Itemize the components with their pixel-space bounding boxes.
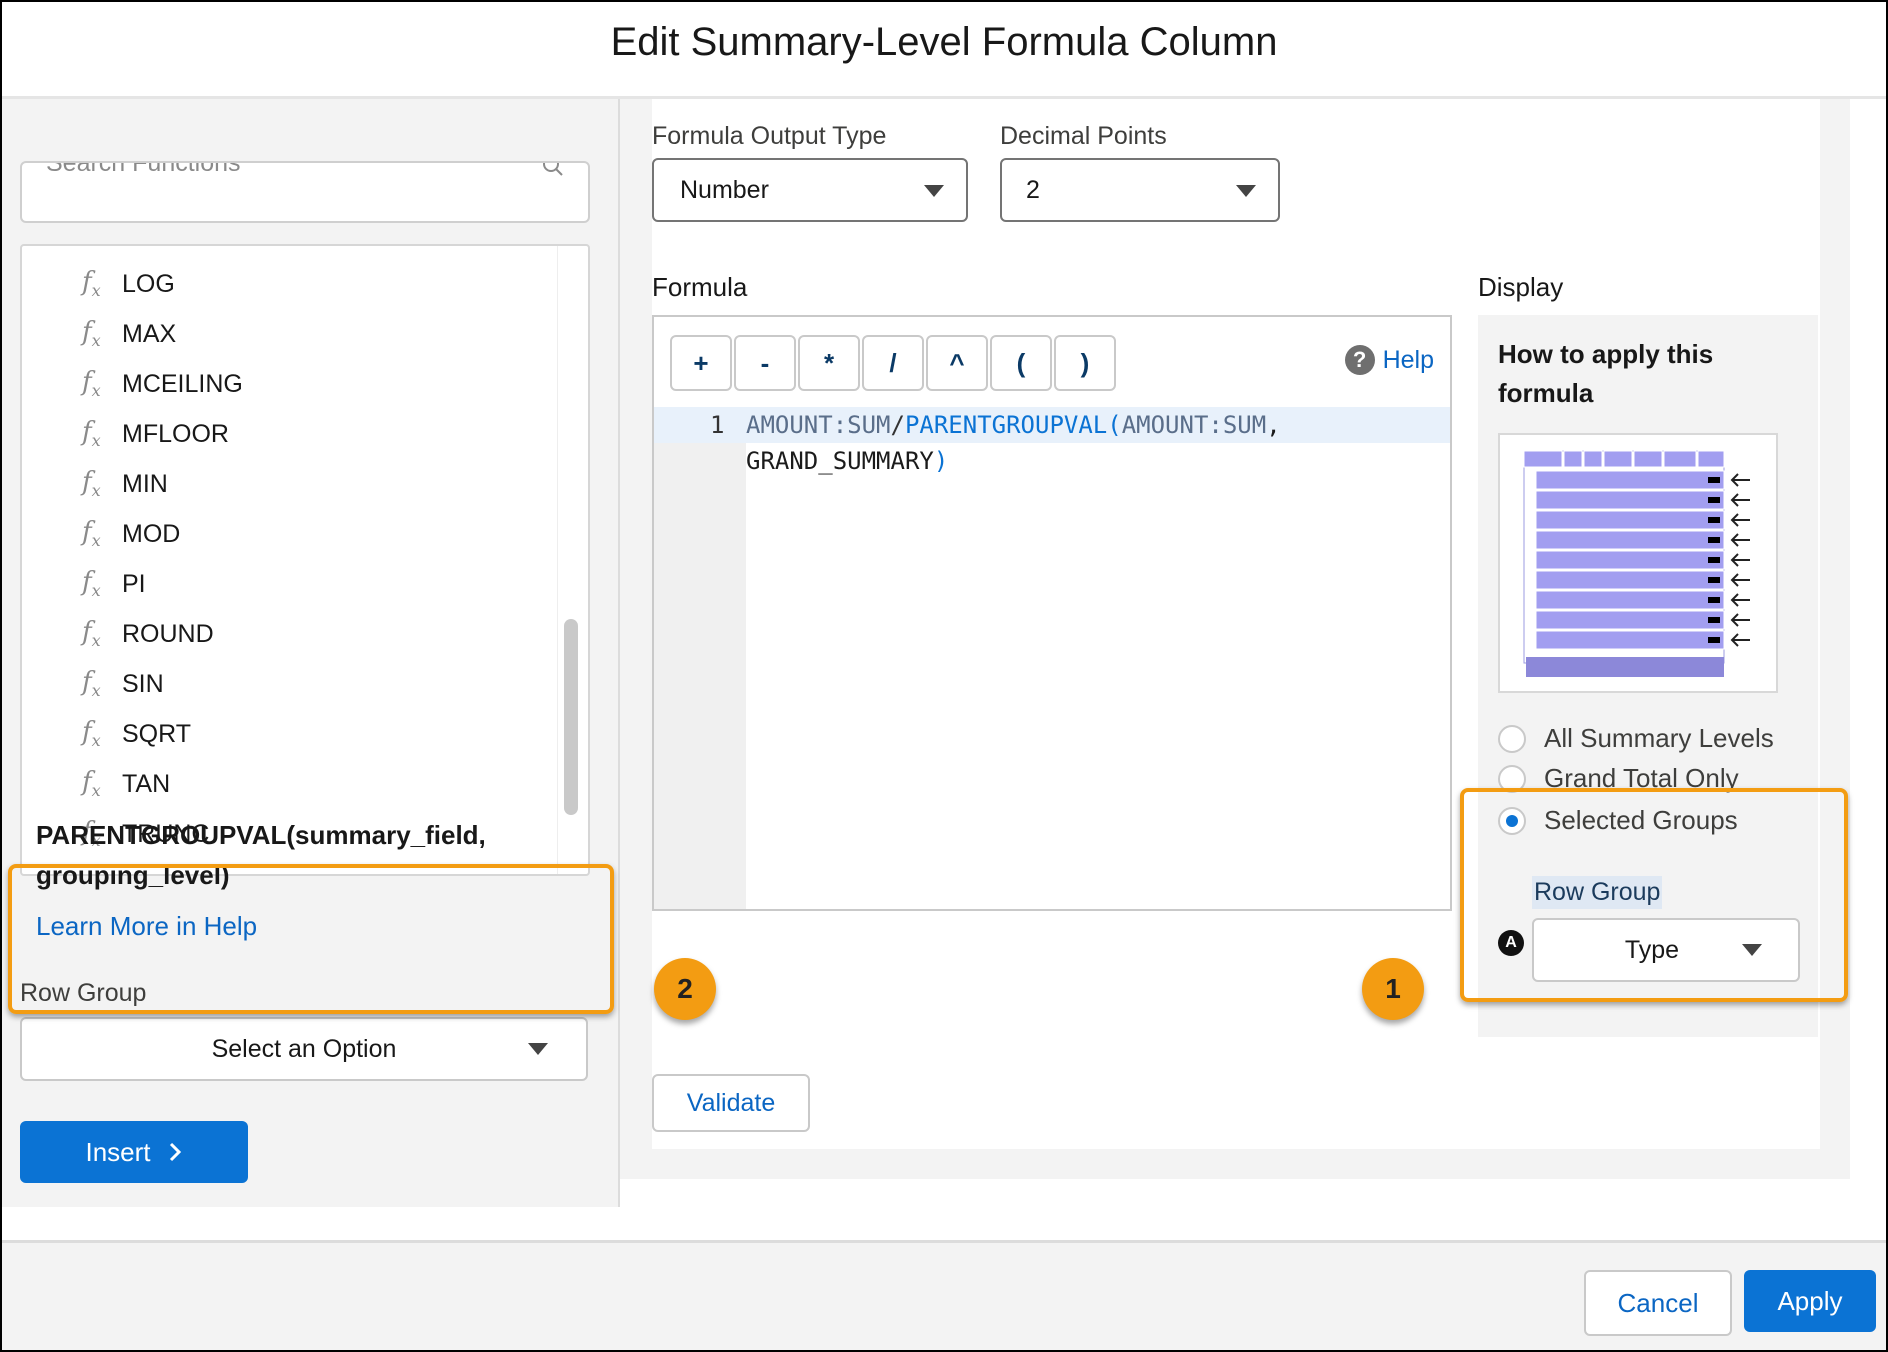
summary-levels-diagram: [1498, 433, 1778, 693]
search-functions-input[interactable]: Search Functions: [20, 161, 590, 223]
display-howto-heading: How to apply this formula: [1498, 335, 1798, 413]
output-type-label: Formula Output Type: [652, 122, 887, 150]
function-list-item[interactable]: fx MCEILING: [82, 364, 243, 404]
chevron-down-icon: [924, 185, 944, 197]
display-option-radio[interactable]: All Summary Levels: [1498, 723, 1774, 754]
decimal-points-value: 2: [1026, 176, 1040, 204]
function-fx-icon: fx: [82, 417, 101, 451]
code-token: ): [933, 447, 949, 475]
chevron-down-icon: [528, 1043, 548, 1055]
operator-button[interactable]: +: [670, 335, 732, 391]
function-fx-icon: fx: [82, 767, 101, 801]
code-token: AMOUNT:SUM: [1121, 411, 1267, 439]
code-token: AMOUNT:SUM: [746, 411, 891, 439]
code-token: (: [1107, 411, 1122, 439]
insert-label: Insert: [85, 1136, 151, 1167]
display-row-group-label: Row Group: [1532, 876, 1663, 909]
callout-badge-2: 2: [654, 958, 716, 1020]
function-list-item[interactable]: fx MOD: [82, 514, 180, 554]
output-type-value: Number: [680, 176, 769, 204]
function-name: SQRT: [122, 719, 191, 748]
function-name: MAX: [122, 319, 177, 348]
code-token: PARENTGROUPVAL: [904, 411, 1108, 439]
function-fx-icon: fx: [82, 667, 101, 701]
radio-icon[interactable]: [1498, 724, 1526, 753]
edit-formula-dialog: Edit Summary-Level Formula Column Search…: [0, 0, 1888, 1352]
function-name: ROUND: [122, 619, 214, 648]
apply-button[interactable]: Apply: [1744, 1270, 1876, 1332]
operator-button[interactable]: *: [798, 335, 860, 391]
search-icon: [543, 163, 563, 176]
function-list-item[interactable]: fx SIN: [82, 664, 164, 704]
function-list-item[interactable]: fx MFLOOR: [82, 414, 229, 454]
function-fx-icon: fx: [82, 367, 101, 401]
function-fx-icon: fx: [82, 617, 101, 651]
operator-button[interactable]: (: [990, 335, 1052, 391]
function-name: MIN: [122, 469, 168, 498]
signature-line-1: PARENTGROUPVAL(summary_field,: [36, 820, 486, 850]
function-name: MCEILING: [122, 369, 243, 398]
function-name: MFLOOR: [122, 419, 229, 448]
display-label: Display: [1478, 272, 1564, 302]
code-token: ,: [1266, 411, 1281, 439]
function-list-item[interactable]: fx MIN: [82, 464, 168, 504]
operator-button[interactable]: ): [1054, 335, 1116, 391]
function-list-item[interactable]: fx LOG: [82, 264, 175, 304]
scrollbar-thumb[interactable]: [564, 619, 578, 815]
operator-button[interactable]: /: [862, 335, 924, 391]
cancel-button[interactable]: Cancel: [1584, 1270, 1732, 1336]
function-name: SIN: [122, 669, 164, 698]
callout-badge-1: 1: [1362, 958, 1424, 1020]
formula-code-line-1-wrap[interactable]: GRAND_SUMMARY): [746, 447, 948, 475]
function-fx-icon: fx: [82, 267, 101, 301]
howto-line-1: How to apply this: [1498, 339, 1714, 369]
function-name: PI: [122, 569, 146, 598]
function-name: MOD: [122, 519, 181, 548]
dialog-title: Edit Summary-Level Formula Column: [610, 20, 1278, 64]
operator-button[interactable]: ^: [926, 335, 988, 391]
formula-editor: + - * / ^() ? Help 1 AMOUNT:SUM/PARENTGROUPV…: [652, 315, 1452, 911]
function-fx-icon: fx: [82, 517, 101, 551]
code-token: /: [890, 411, 905, 439]
dialog-header: Edit Summary-Level Formula Column: [2, 2, 1886, 99]
insert-button[interactable]: Insert: [20, 1121, 248, 1183]
display-row-group-select[interactable]: Type: [1532, 918, 1800, 982]
howto-line-2: formula: [1498, 378, 1594, 408]
code-token: GRAND_SUMMARY: [746, 447, 934, 475]
function-name: TAN: [122, 769, 171, 798]
formula-label: Formula: [652, 272, 748, 302]
callout-highlight-left: [8, 864, 614, 1014]
function-list-item[interactable]: fx SQRT: [82, 714, 191, 754]
chevron-down-icon: [1236, 185, 1256, 197]
row-group-select[interactable]: Select an Option: [20, 1017, 588, 1081]
operator-button[interactable]: -: [734, 335, 796, 391]
validate-button[interactable]: Validate: [652, 1074, 810, 1132]
row-group-select-value: Select an Option: [211, 1035, 397, 1063]
function-list-item[interactable]: fx TAN: [82, 764, 170, 804]
output-type-select[interactable]: Number: [652, 158, 968, 222]
function-fx-icon: fx: [82, 567, 101, 601]
formula-code-line-1[interactable]: AMOUNT:SUM/PARENTGROUPVAL(AMOUNT:SUM,: [746, 411, 1281, 439]
function-fx-icon: fx: [82, 467, 101, 501]
search-placeholder: Search Functions: [46, 161, 241, 177]
function-list: fx LOG fx MAX fx MCEILING fx MFLOOR fx MIN fx MOD fx…: [20, 244, 590, 876]
chevron-down-icon: [1742, 944, 1762, 956]
line-number: 1: [710, 411, 725, 439]
help-link[interactable]: ? Help: [1344, 345, 1434, 375]
function-list-item[interactable]: fx PI: [82, 564, 146, 604]
question-icon: ?: [1344, 345, 1375, 375]
chevron-right-icon: [169, 1142, 181, 1162]
function-fx-icon: fx: [82, 717, 101, 751]
line-gutter: [654, 407, 746, 909]
help-label: Help: [1382, 345, 1434, 374]
function-name: LOG: [122, 269, 175, 298]
function-list-item[interactable]: fx ROUND: [82, 614, 214, 654]
functions-panel: Search Functions fx LOG fx MAX fx MCEILING fx M…: [2, 99, 620, 1207]
decimal-points-select[interactable]: 2: [1000, 158, 1280, 222]
table-illustration-icon: [1523, 450, 1750, 677]
decimal-points-label: Decimal Points: [1000, 122, 1167, 150]
function-list-item[interactable]: fx MAX: [82, 314, 176, 354]
display-option-label: All Summary Levels: [1544, 723, 1774, 753]
function-fx-icon: fx: [82, 317, 101, 351]
